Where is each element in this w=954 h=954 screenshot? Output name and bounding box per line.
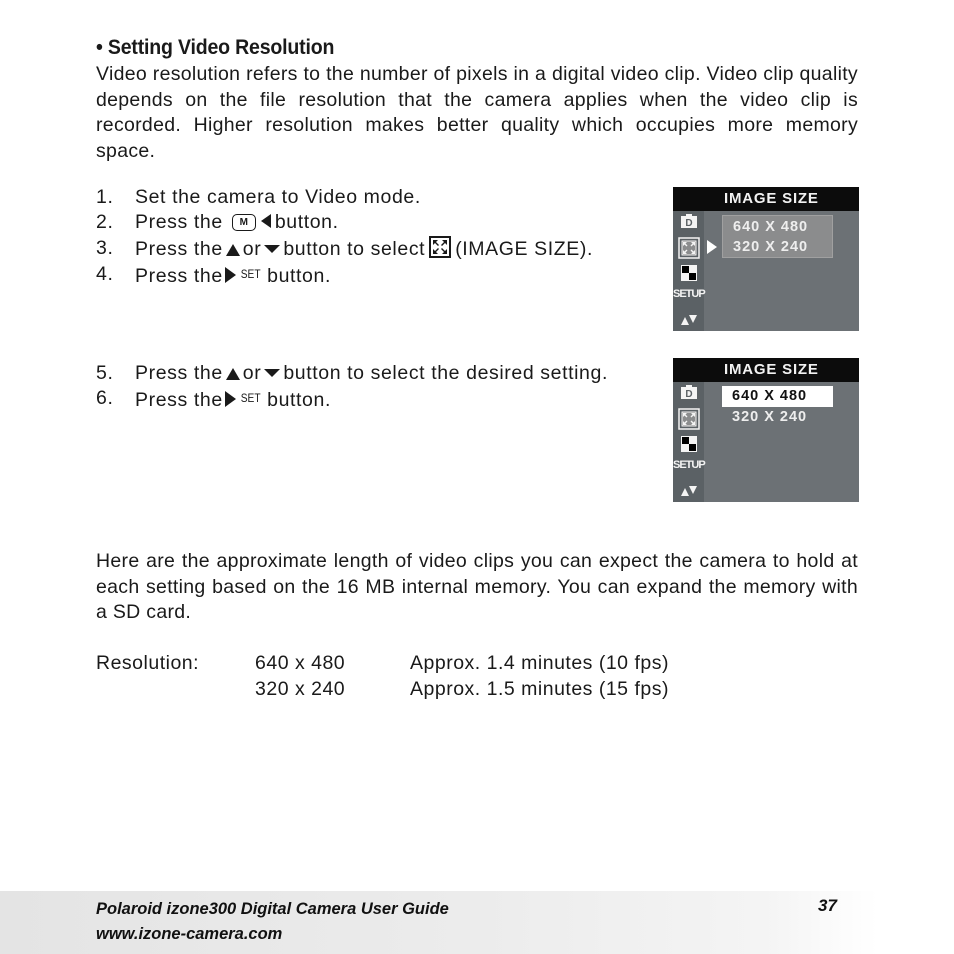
option-320x240[interactable]: 320 X 240 (732, 409, 807, 425)
triangle-down-icon (264, 244, 281, 253)
step-number: 1. (96, 186, 114, 208)
step-text: Set the camera to Video mode. (135, 186, 421, 208)
camera-d-icon: D (673, 214, 704, 233)
quality-icon (673, 265, 704, 286)
step-text: button to select the desired setting. (283, 362, 608, 384)
step-number: 3. (96, 236, 114, 259)
step-text: Press the (135, 389, 223, 412)
triangle-up-icon (225, 243, 240, 256)
triangle-right-icon (224, 391, 236, 408)
step-text: button to select (283, 237, 426, 260)
option-640x480-selected[interactable]: 640 X 480 (732, 388, 807, 404)
option-list: 640 X 480 320 X 240 (722, 215, 833, 258)
setup-label: SETUP (673, 459, 706, 471)
set-label: SET (240, 391, 261, 406)
page-footer: Polaroid izone300 Digital Camera User Gu… (0, 891, 954, 954)
screen-sidebar: D SETUP (673, 382, 706, 502)
quality-icon (673, 436, 704, 457)
triangle-right-icon (224, 266, 236, 283)
step-text: button. (274, 211, 339, 234)
resolution-length: Approx. 1.5 minutes (15 fps) (410, 677, 669, 700)
screen-sidebar: D SETUP (673, 211, 706, 331)
step-6: 6. Press the SET button. (96, 386, 626, 413)
up-down-icon (673, 483, 704, 501)
image-size-icon (673, 408, 704, 435)
resolution-size: 640 x 480 (255, 652, 346, 674)
triangle-left-icon (260, 214, 271, 229)
steps-list-2: 5. Press the or button to select the desir… (96, 361, 626, 414)
step-number: 6. (96, 387, 114, 410)
section-heading: • Setting Video Resolution (96, 36, 335, 59)
set-label: SET (240, 266, 261, 281)
submenu-pointer-icon (707, 240, 717, 254)
step-text: button. (267, 389, 331, 412)
capacity-paragraph: Here are the approximate length of video… (96, 550, 858, 623)
intro-paragraph: Video resolution refers to the number of… (96, 63, 858, 162)
resolution-size: 320 x 240 (255, 677, 346, 700)
step-number: 5. (96, 362, 114, 384)
camera-d-icon: D (673, 385, 704, 404)
step-text: Press the (135, 237, 223, 260)
screen-header: IMAGE SIZE (673, 358, 859, 382)
option-320x240[interactable]: 320 X 240 (733, 239, 808, 255)
screen-title: IMAGE SIZE (724, 190, 819, 207)
setup-label: SETUP (673, 288, 706, 300)
triangle-up-icon (225, 368, 240, 380)
step-number: 2. (96, 211, 114, 234)
step-5: 5. Press the or button to select the desir… (96, 361, 626, 386)
option-640x480[interactable]: 640 X 480 (733, 219, 808, 235)
resolution-label: Resolution: (96, 652, 200, 674)
triangle-down-icon (264, 369, 281, 377)
camera-screen-submenu: IMAGE SIZE D SETUP 640 X 480 320 X 240 (673, 187, 859, 331)
screen-header: IMAGE SIZE (673, 187, 859, 211)
step-2: 2. Press the Mbutton. (96, 210, 626, 235)
steps-list-1: 1. Set the camera to Video mode. 2. Pres… (96, 185, 626, 289)
resolution-length: Approx. 1.4 minutes (10 fps) (410, 652, 669, 674)
m-button-icon: M (231, 214, 256, 232)
svg-text:D: D (685, 389, 692, 399)
camera-screen-selected: IMAGE SIZE D SETUP 640 X 480 320 X 240 (673, 358, 859, 502)
footer-title: Polaroid izone300 Digital Camera User Gu… (96, 899, 449, 918)
svg-text:D: D (685, 218, 692, 228)
page-number: 37 (818, 896, 837, 915)
step-4: 4. Press the SET button. (96, 262, 626, 289)
image-size-icon (429, 235, 452, 258)
step-text: button. (267, 264, 331, 287)
image-size-icon (673, 237, 704, 264)
step-text: Press the (135, 362, 223, 384)
step-text: Press the (135, 264, 223, 287)
step-text: or (242, 362, 262, 384)
up-down-icon (673, 312, 704, 330)
step-text: Press the (135, 211, 223, 234)
step-1: 1. Set the camera to Video mode. (96, 185, 626, 210)
screen-title: IMAGE SIZE (724, 361, 819, 378)
step-3: 3. Press the or button to select (IMAGE SIZ… (96, 235, 626, 262)
step-number: 4. (96, 262, 114, 285)
footer-url[interactable]: www.izone-camera.com (96, 924, 282, 944)
step-text: (IMAGE SIZE). (455, 237, 593, 260)
step-text: or (242, 237, 262, 260)
